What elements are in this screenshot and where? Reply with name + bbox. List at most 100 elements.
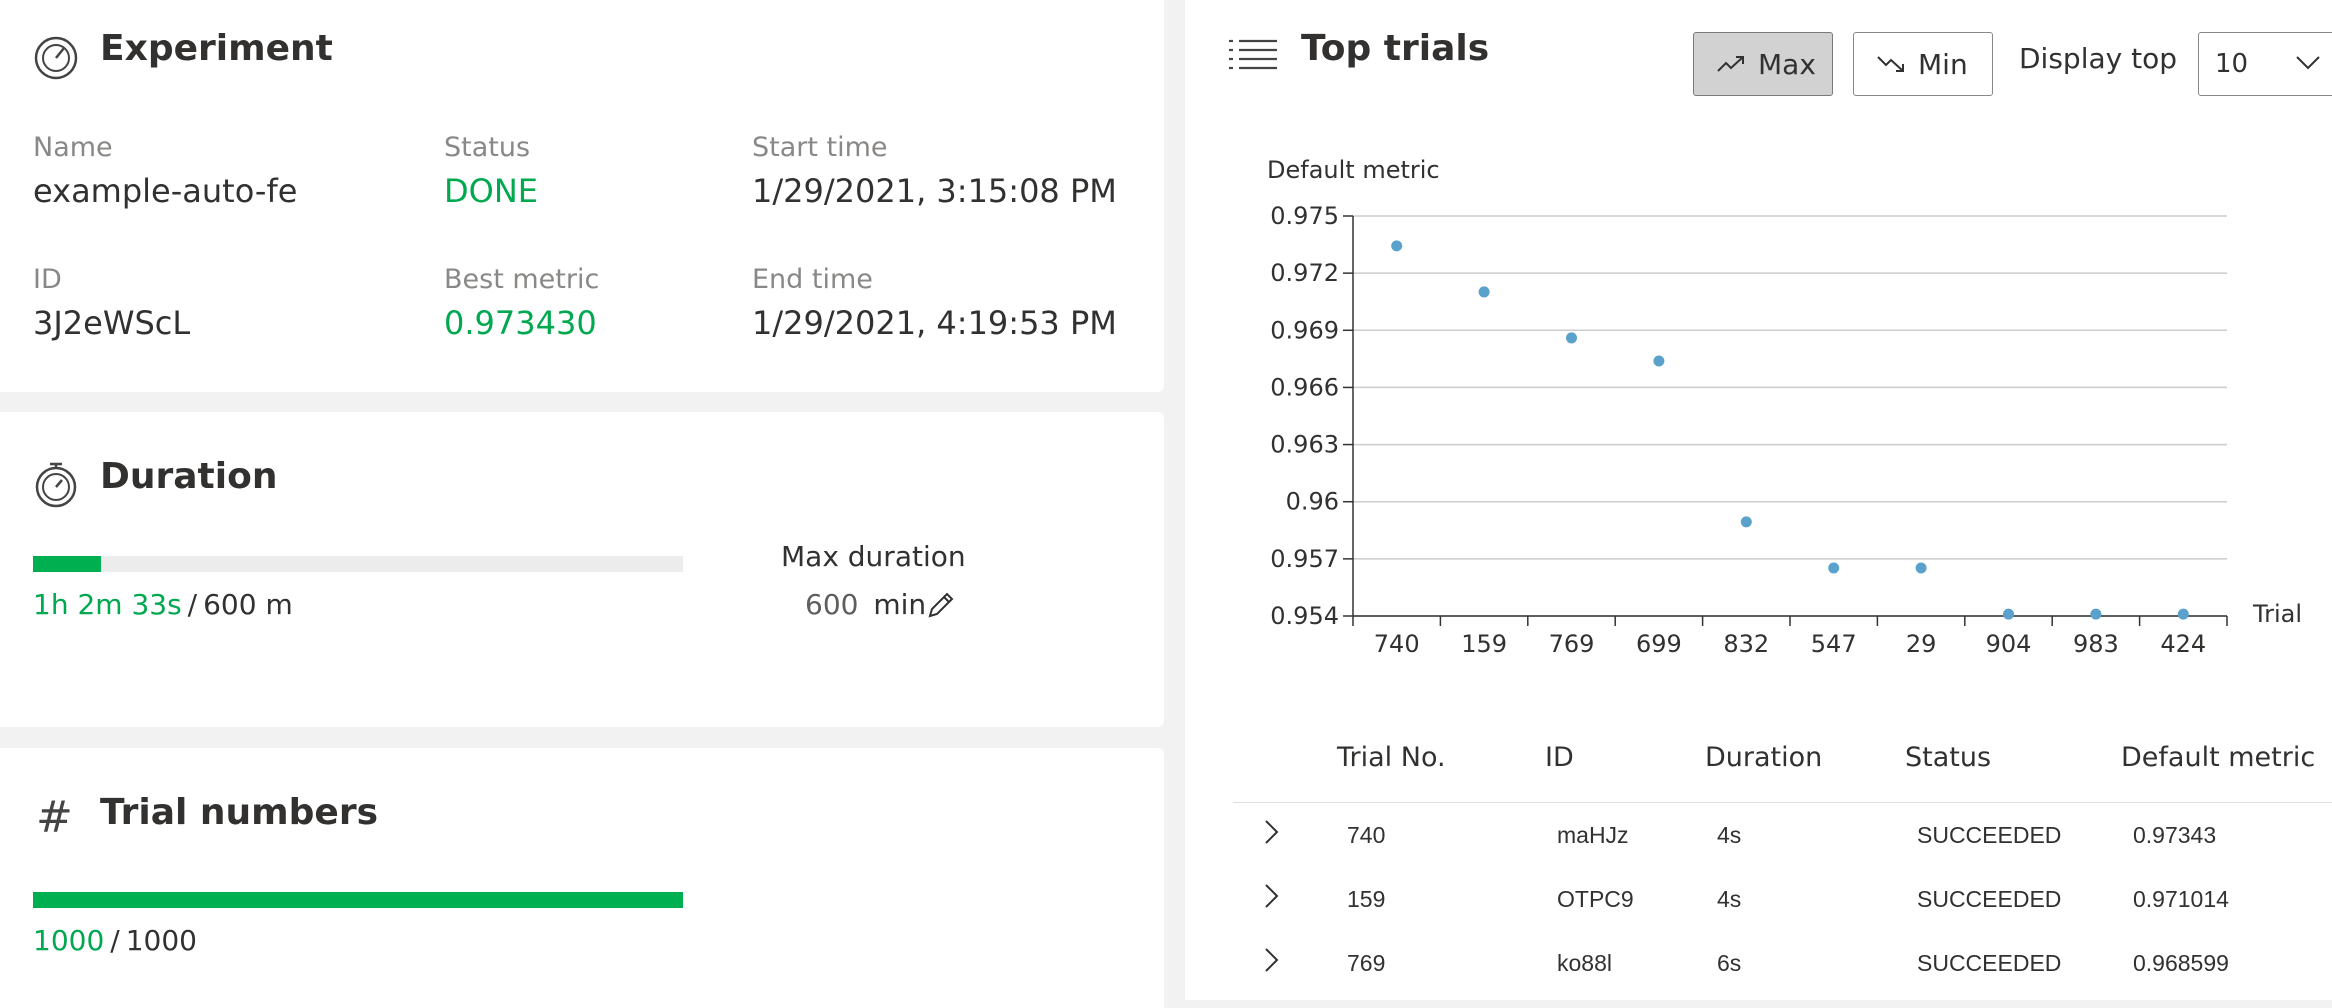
trial-progress-fill: [33, 892, 683, 908]
chevron-right-icon[interactable]: [1261, 946, 1283, 974]
data-point: [2090, 608, 2102, 620]
display-top-value: 10: [2215, 49, 2249, 79]
x-tick-label: 699: [1636, 630, 1682, 658]
hash-icon: #: [36, 792, 73, 843]
x-tick-label: 769: [1549, 630, 1595, 658]
cell-duration: 4s: [1717, 886, 1742, 912]
top-trials-chart: Default metric 0.975 0.972 0.969 0.966 0.963 0…: [1267, 156, 2302, 658]
trial-progress-text: 1000/1000: [33, 924, 197, 957]
trial-progress-bar: [33, 892, 683, 908]
table-row[interactable]: 159 OTPC9 4s SUCCEEDED 0.971014: [1185, 864, 2332, 928]
x-tick-label: 832: [1723, 630, 1769, 658]
data-point: [1391, 240, 1403, 252]
data-point: [1915, 562, 1927, 574]
list-icon: [1229, 39, 1277, 70]
data-point: [1566, 332, 1577, 344]
chevron-down-icon: [2296, 56, 2320, 70]
y-tick-label: 0.954: [1270, 602, 1339, 630]
stopwatch-icon: [35, 462, 77, 508]
duration-progress-text: 1h 2m 33s/600 m: [33, 588, 293, 621]
cell-status: SUCCEEDED: [1917, 950, 2062, 976]
cell-id: maHJz: [1557, 822, 1629, 848]
duration-elapsed: 1h 2m 33s: [33, 588, 182, 621]
status-label: Status: [444, 132, 531, 163]
y-tick-label: 0.969: [1270, 316, 1339, 344]
best-metric-value: 0.973430: [444, 304, 597, 342]
cell-trial: 159: [1347, 886, 1386, 912]
trial-numbers-card: # Trial numbers 1000/1000: [0, 748, 1164, 1008]
x-tick-label: 983: [2073, 630, 2119, 658]
data-point: [2003, 608, 2014, 620]
cell-id: ko88l: [1557, 950, 1612, 976]
cell-metric: 0.97343: [2133, 822, 2217, 848]
x-tick-label: 424: [2160, 630, 2206, 658]
col-default-metric[interactable]: Default metric: [2121, 742, 2315, 773]
cell-duration: 4s: [1717, 822, 1742, 848]
col-id[interactable]: ID: [1545, 742, 1574, 773]
table-row[interactable]: 769 ko88l 6s SUCCEEDED 0.968599: [1185, 928, 2332, 992]
data-point: [2177, 608, 2189, 620]
duration-total: 600 m: [203, 588, 293, 621]
x-tick-label: 740: [1374, 630, 1420, 658]
experiment-title: Experiment: [100, 28, 333, 69]
y-axis-label: Default metric: [1267, 156, 1440, 184]
table-row[interactable]: 740 maHJz 4s SUCCEEDED 0.97343: [1185, 800, 2332, 864]
chevron-right-icon[interactable]: [1261, 882, 1283, 910]
trial-numbers-title: Trial numbers: [100, 792, 378, 833]
id-label: ID: [33, 264, 62, 295]
display-top-dropdown[interactable]: 10: [2198, 32, 2332, 96]
x-tick-label: 29: [1906, 630, 1937, 658]
max-button[interactable]: Max: [1693, 32, 1833, 96]
trials-separator: /: [110, 924, 120, 957]
top-trials-card: Top trials Max Min Display top 10 Defaul…: [1185, 0, 2332, 1000]
max-duration-unit: min: [873, 588, 927, 621]
max-duration-label: Max duration: [781, 540, 966, 573]
cell-trial: 769: [1347, 950, 1386, 976]
x-tick-label: 904: [1986, 630, 2032, 658]
trials-done: 1000: [33, 924, 105, 957]
cell-duration: 6s: [1717, 950, 1742, 976]
id-value: 3J2eWScL: [33, 304, 191, 342]
y-tick-label: 0.957: [1270, 545, 1339, 573]
x-tick-label: 159: [1461, 630, 1507, 658]
duration-progress-fill: [33, 556, 101, 572]
max-duration-display: 600 min: [805, 588, 926, 621]
max-duration-value: 600: [805, 588, 859, 621]
status-value: DONE: [444, 172, 538, 210]
start-time-value: 1/29/2021, 3:15:08 PM: [752, 172, 1117, 210]
trials-total: 1000: [125, 924, 197, 957]
chevron-right-icon[interactable]: [1261, 818, 1283, 846]
cell-status: SUCCEEDED: [1917, 886, 2062, 912]
data-point: [1828, 562, 1840, 574]
cell-status: SUCCEEDED: [1917, 822, 2062, 848]
min-button[interactable]: Min: [1853, 32, 1993, 96]
min-button-label: Min: [1918, 47, 1968, 81]
cell-trial: 740: [1347, 822, 1386, 848]
experiment-card: Experiment Name example-auto-fe ID 3J2eW…: [0, 0, 1164, 392]
x-axis-label: Trial: [2252, 600, 2302, 628]
edit-icon[interactable]: [926, 590, 956, 620]
data-point: [1653, 355, 1665, 367]
y-tick-label: 0.972: [1270, 259, 1339, 287]
name-label: Name: [33, 132, 113, 163]
duration-progress-bar: [33, 556, 683, 572]
cell-id: OTPC9: [1557, 886, 1634, 912]
start-time-label: Start time: [752, 132, 888, 163]
col-status[interactable]: Status: [1905, 742, 1991, 773]
col-duration[interactable]: Duration: [1705, 742, 1822, 773]
duration-title: Duration: [100, 456, 278, 497]
display-top-label: Display top: [2019, 42, 2177, 75]
trend-up-icon: [1717, 56, 1744, 72]
cell-metric: 0.971014: [2133, 886, 2229, 912]
max-button-label: Max: [1758, 47, 1816, 81]
data-point: [1478, 286, 1490, 298]
speedometer-icon: [34, 36, 78, 80]
top-trials-title: Top trials: [1301, 28, 1490, 69]
end-time-label: End time: [752, 264, 873, 295]
col-trial-no[interactable]: Trial No.: [1337, 742, 1446, 773]
y-tick-label: 0.975: [1270, 202, 1339, 230]
duration-separator: /: [187, 588, 198, 621]
y-tick-label: 0.966: [1270, 373, 1339, 401]
best-metric-label: Best metric: [444, 264, 600, 295]
end-time-value: 1/29/2021, 4:19:53 PM: [752, 304, 1117, 342]
